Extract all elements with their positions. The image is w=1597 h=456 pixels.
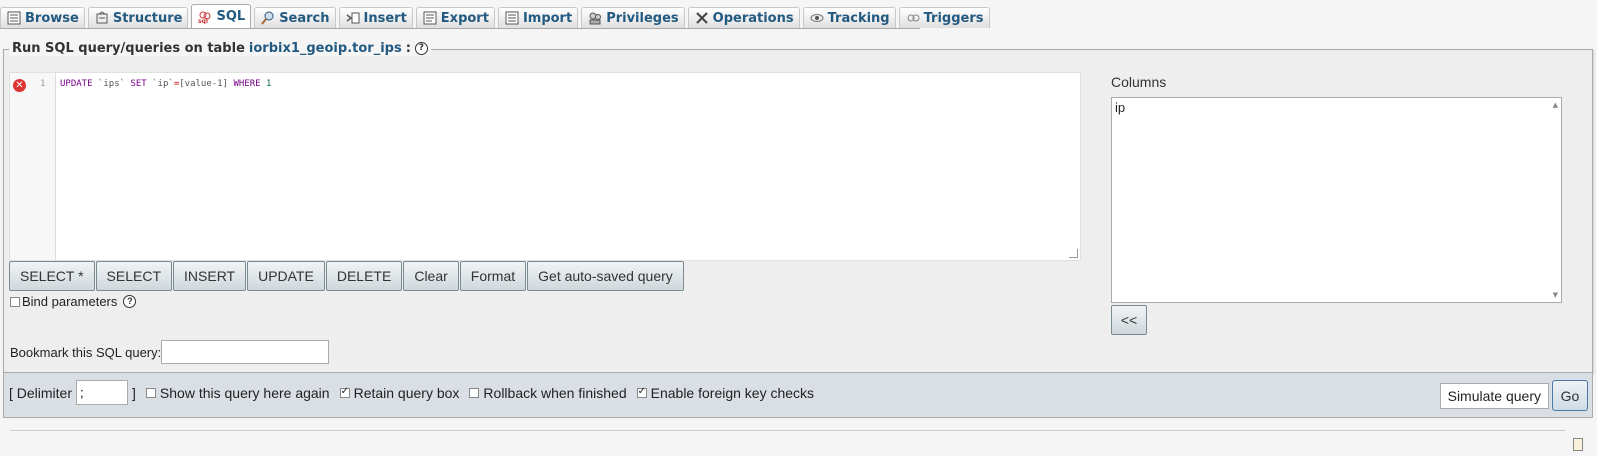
- foreign-keys-checkbox[interactable]: [636, 386, 647, 398]
- tab-insert-label: Insert: [363, 10, 407, 26]
- foreign-keys-label: Enable foreign key checks: [650, 384, 815, 401]
- code-line[interactable]: UPDATE `ips` SET `ip`=[value-1] WHERE 1: [60, 79, 271, 89]
- resize-handle[interactable]: [1069, 249, 1078, 258]
- bookmark-input[interactable]: [161, 340, 330, 364]
- tab-browse[interactable]: Browse: [0, 7, 85, 28]
- tab-import[interactable]: Import: [497, 7, 579, 28]
- tab-import-label: Import: [522, 10, 573, 26]
- operations-icon: [695, 11, 709, 25]
- insert-icon: [346, 11, 360, 25]
- bind-parameters-row: Bind parameters ?: [10, 294, 137, 309]
- update-button[interactable]: UPDATE: [247, 261, 325, 291]
- structure-icon: [95, 11, 109, 25]
- tab-privileges-label: Privileges: [606, 10, 679, 26]
- divider: [10, 430, 1565, 431]
- scroll-up-icon[interactable]: ▲: [1553, 101, 1558, 109]
- query-options: [ Delimiter ] Show this query here again…: [9, 380, 814, 405]
- scroll-down-icon[interactable]: ▼: [1553, 291, 1558, 299]
- show-again-checkbox[interactable]: [145, 387, 156, 398]
- tab-search[interactable]: Search: [254, 7, 336, 28]
- search-icon: [261, 11, 275, 25]
- token-set: SET: [130, 79, 147, 89]
- bookmark-row: Bookmark this SQL query:: [10, 340, 330, 364]
- columns-list[interactable]: ip ▲ ▼: [1111, 97, 1562, 303]
- tab-sql[interactable]: sql SQL: [191, 4, 252, 28]
- tab-triggers-label: Triggers: [923, 10, 984, 26]
- line-number: 1: [40, 79, 46, 89]
- rollback-label: Rollback when finished: [483, 384, 627, 401]
- token-value: [value-1]: [179, 79, 229, 89]
- tab-browse-label: Browse: [25, 10, 79, 26]
- console-icon[interactable]: [1573, 438, 1583, 451]
- format-button[interactable]: Format: [459, 261, 527, 291]
- tracking-icon: [810, 11, 824, 25]
- tab-structure-label: Structure: [112, 10, 183, 26]
- triggers-icon: [906, 11, 920, 25]
- token-column: `ip`: [152, 79, 174, 89]
- sql-query-panel: Run SQL query/queries on table iorbix1_g…: [3, 41, 1593, 373]
- retain-box-checkbox[interactable]: [339, 386, 350, 398]
- select-star-button[interactable]: SELECT *: [9, 261, 95, 291]
- select-button[interactable]: SELECT: [95, 261, 173, 291]
- tab-tracking-label: Tracking: [827, 10, 890, 26]
- tab-export[interactable]: Export: [415, 7, 495, 28]
- simulate-query-button[interactable]: Simulate query: [1439, 383, 1549, 409]
- token-table: `ips`: [97, 79, 126, 89]
- bookmark-label: Bookmark this SQL query:: [10, 344, 162, 360]
- query-options-bar: [ Delimiter ] Show this query here again…: [3, 373, 1593, 418]
- tab-tracking[interactable]: Tracking: [802, 7, 896, 28]
- help-icon[interactable]: ?: [414, 42, 428, 55]
- insert-column-button[interactable]: <<: [1111, 305, 1147, 335]
- query-button-row: SELECT * SELECT INSERT UPDATE DELETE Cle…: [9, 261, 685, 291]
- import-icon: [505, 11, 519, 25]
- token-one: 1: [265, 79, 272, 89]
- insert-button[interactable]: INSERT: [173, 261, 247, 291]
- retain-box-label: Retain query box: [353, 384, 460, 401]
- tab-export-label: Export: [440, 10, 489, 26]
- tab-search-label: Search: [279, 10, 330, 26]
- table-link[interactable]: iorbix1_geoip.tor_ips: [249, 41, 402, 56]
- token-where: WHERE: [233, 79, 261, 89]
- tab-sql-label: SQL: [216, 9, 246, 24]
- delete-button[interactable]: DELETE: [325, 261, 403, 291]
- browse-icon: [7, 11, 21, 25]
- clear-button[interactable]: Clear: [403, 261, 459, 291]
- tab-operations-label: Operations: [712, 10, 794, 26]
- panel-legend: Run SQL query/queries on table iorbix1_g…: [9, 41, 431, 56]
- bind-parameters-checkbox[interactable]: [10, 296, 20, 307]
- svg-text:sql: sql: [198, 18, 208, 24]
- tab-privileges[interactable]: Privileges: [581, 7, 685, 28]
- editor-gutter: ✕ 1: [10, 73, 56, 260]
- tab-insert[interactable]: Insert: [338, 7, 413, 28]
- show-again-label: Show this query here again: [159, 384, 330, 401]
- go-button[interactable]: Go: [1552, 380, 1588, 411]
- columns-label: Columns: [1111, 74, 1167, 90]
- delimiter-label: [ Delimiter: [9, 384, 73, 401]
- help-icon[interactable]: ?: [123, 295, 137, 308]
- token-update: UPDATE: [60, 79, 93, 89]
- submit-buttons: Simulate query Go: [1439, 380, 1589, 411]
- delimiter-input[interactable]: [76, 380, 129, 405]
- tab-structure[interactable]: Structure: [87, 7, 189, 28]
- bind-parameters-label: Bind parameters: [22, 294, 118, 309]
- legend-colon: :: [405, 41, 411, 56]
- column-option[interactable]: ip: [1112, 98, 1561, 117]
- error-marker-icon[interactable]: ✕: [13, 79, 26, 92]
- rollback-checkbox[interactable]: [469, 387, 480, 398]
- tab-bar: Browse Structure sql SQL Search Insert E…: [0, 4, 990, 29]
- privileges-icon: [588, 11, 602, 25]
- tab-triggers[interactable]: Triggers: [898, 7, 990, 28]
- export-icon: [423, 11, 437, 25]
- tab-operations[interactable]: Operations: [687, 7, 800, 28]
- autosaved-query-button[interactable]: Get auto-saved query: [527, 261, 684, 291]
- sql-editor[interactable]: ✕ 1 UPDATE `ips` SET `ip`=[value-1] WHER…: [9, 72, 1081, 261]
- sql-icon: sql: [198, 10, 212, 24]
- delimiter-close: ]: [132, 384, 136, 401]
- legend-text: Run SQL query/queries on table: [12, 41, 245, 56]
